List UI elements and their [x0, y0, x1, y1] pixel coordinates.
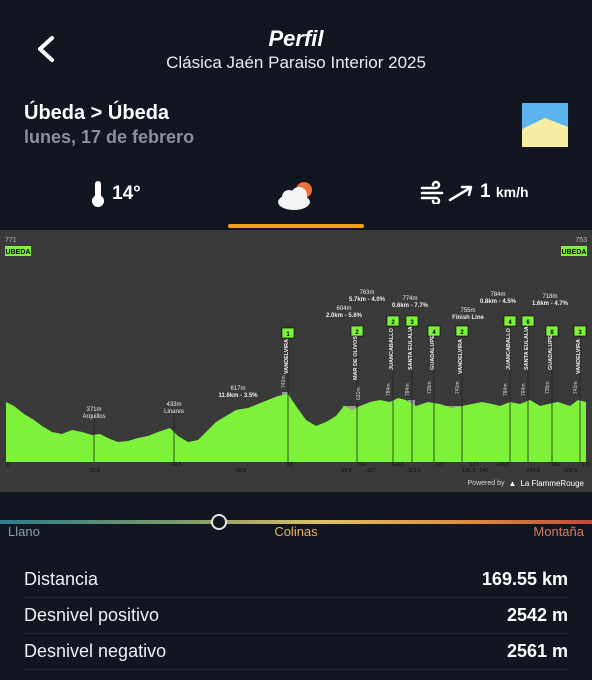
page-title: Perfil — [268, 26, 324, 51]
start-tag: UBEDA — [6, 249, 31, 256]
summit-elev: 764m — [521, 383, 527, 396]
stage-date: lunes, 17 de febrero — [24, 127, 195, 147]
temperature-tab[interactable]: 14° — [90, 180, 141, 208]
climb-name: SANTA EULALIA — [408, 326, 414, 370]
brand-logo-icon: ▲ — [508, 479, 517, 488]
climb-name: MAR DE OLIVOS — [353, 336, 359, 380]
summit-elev: 784m — [405, 383, 411, 396]
summit-elev: 735m — [427, 381, 433, 394]
x-tick-label: 119.5 — [408, 468, 421, 474]
summit-elev: 741m — [573, 381, 579, 394]
wind-icon — [420, 180, 473, 204]
profile-chart: UBEDA UBEDA 771 753 371m Arquillos 433m … — [5, 237, 591, 474]
temperature-value: 14° — [112, 183, 141, 204]
finish-tag: UBEDA — [562, 249, 587, 256]
active-tab-indicator — [228, 224, 364, 228]
climb-detail: 2.0km - 5.6% — [326, 313, 363, 319]
elevation-profile: UBEDA UBEDA 771 753 371m Arquillos 433m … — [0, 230, 592, 492]
climb-name: SANTA EULALIA — [524, 326, 530, 370]
x-tick-label: 145.5 — [496, 462, 510, 468]
x-tick-label: 170 — [581, 462, 590, 468]
climb-detail: 11.6km - 3.5% — [218, 393, 258, 399]
climb-elev: 604m — [336, 306, 351, 312]
climb-detail: 1.6km - 4.7% — [532, 301, 569, 307]
x-axis: 0 25.5 49.5 68.5 83 99.5 104107 114.5 119.5 127 13… — [6, 462, 590, 474]
x-tick-label: 127 — [435, 462, 444, 468]
x-tick-label: 135.5 — [462, 468, 476, 474]
x-tick-label: 25.5 — [89, 468, 100, 474]
town-elev: 371m — [86, 407, 101, 413]
x-tick-label: 114.5 — [391, 462, 404, 468]
sky-thumbnail-icon — [522, 103, 568, 147]
climb-detail: 5.7km - 4.0% — [349, 297, 386, 303]
x-tick-label: 99.5 — [341, 468, 352, 474]
header: Perfil Clásica Jaén Paraiso Interior 202… — [0, 0, 592, 90]
x-tick-label: 154.5 — [526, 468, 540, 474]
summit-elev: 741m — [455, 381, 461, 394]
summit-elev: 784m — [386, 383, 392, 396]
start-elevation: 771 — [5, 237, 17, 244]
climb-elev: 774m — [402, 296, 417, 302]
climb-detail: 0.6km - 7.7% — [392, 303, 429, 309]
x-tick-label: 104 — [357, 462, 366, 468]
climb-name: VANDELVIRA — [284, 339, 290, 374]
weather-bar: 14° 1 km/h — [0, 172, 592, 228]
climb-name: VANDELVIRA — [576, 339, 582, 374]
town-elev: 433m — [166, 402, 181, 408]
stat-label: Desnivel negativo — [24, 641, 167, 661]
climb-name: GUADALUPE — [548, 335, 554, 370]
x-tick-label: 0 — [6, 462, 9, 468]
x-tick-label: 165.5 — [564, 468, 578, 474]
difficulty-mid-label: Colinas — [274, 524, 318, 539]
climb-name: GUADALUPE — [430, 335, 436, 370]
finish-elevation: 753 — [575, 237, 587, 244]
stat-value: 169.55 km — [481, 569, 568, 589]
terrain-area — [6, 394, 586, 462]
sky-condition-tab[interactable] — [274, 178, 318, 217]
stage-route: Úbeda > Úbeda — [24, 102, 170, 124]
climb-name: JUANCABALLO — [389, 327, 395, 370]
wind-tab[interactable]: 1 km/h — [420, 180, 529, 204]
thermometer-icon — [92, 181, 104, 207]
climb-elev: 617m — [230, 386, 245, 392]
town-name: Arquillos — [82, 414, 105, 420]
x-tick-label: 107 — [367, 468, 376, 474]
climb-elev: 784m — [490, 292, 505, 298]
stage-stats: Distancia 169.55 km Desnivel positivo 25… — [24, 562, 568, 670]
climb-detail: 0.8km - 4.5% — [480, 299, 517, 305]
summit-elev: 741m — [281, 375, 287, 388]
x-tick-label: 83 — [287, 462, 293, 468]
summit-elev: 631m — [356, 387, 362, 400]
climb-name: VANDELVIRA — [458, 339, 464, 374]
summit-elev: 784m — [503, 383, 509, 396]
x-tick-label: 137 — [469, 462, 478, 468]
summit-elev: 735m — [545, 381, 551, 394]
climb-detail: Finish Line — [452, 315, 484, 321]
cloud-sun-icon — [278, 182, 312, 210]
difficulty-scale: Llano Colinas Montaña — [0, 514, 592, 544]
stat-row-distance: Distancia 169.55 km — [24, 562, 568, 598]
wind-value: 1 km/h — [480, 181, 529, 202]
stat-row-descent: Desnivel negativo 2561 m — [24, 634, 568, 670]
x-tick-label: 49.5 — [171, 462, 182, 468]
x-tick-label: 140 — [479, 468, 488, 474]
stat-row-ascent: Desnivel positivo 2542 m — [24, 598, 568, 634]
climb-elev: 763m — [359, 290, 374, 296]
race-name: Clásica Jaén Paraiso Interior 2025 — [166, 53, 426, 72]
powered-by: Powered by ▲ La FlammeRouge — [467, 479, 584, 488]
x-tick-label: 68.5 — [236, 468, 247, 474]
stat-label: Distancia — [24, 569, 99, 589]
climb-elev: 718m — [542, 294, 557, 300]
x-tick-label: 161 — [551, 462, 560, 468]
stat-value: 2542 m — [506, 605, 568, 625]
climb-elev: 755m — [460, 308, 475, 314]
stat-label: Desnivel positivo — [24, 605, 160, 625]
difficulty-high-label: Montaña — [533, 524, 584, 539]
town-name: Linares — [164, 409, 184, 415]
stat-value: 2561 m — [506, 641, 568, 661]
climb-name: JUANCABALLO — [506, 327, 512, 370]
